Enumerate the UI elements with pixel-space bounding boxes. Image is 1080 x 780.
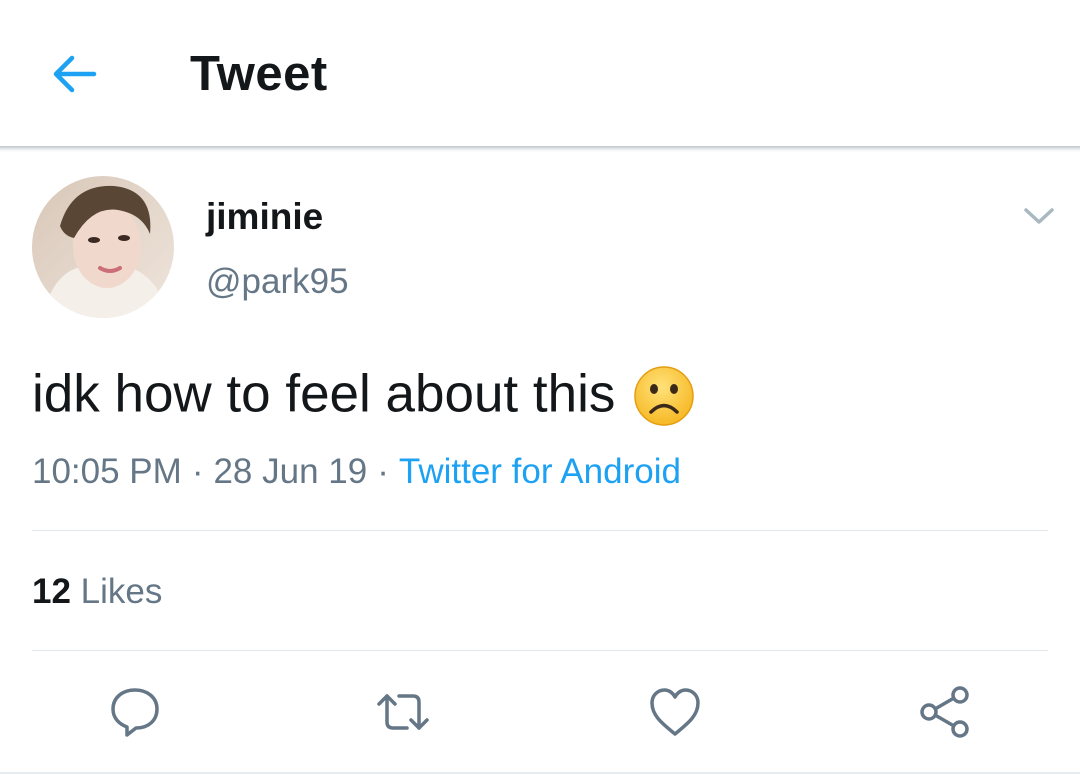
more-options-button[interactable] bbox=[1020, 200, 1058, 230]
chevron-down-icon bbox=[1024, 208, 1054, 224]
retweet-button[interactable] bbox=[373, 682, 433, 742]
tweet-source-link[interactable]: Twitter for Android bbox=[399, 452, 681, 491]
tweet-metadata: 10:05 PM · 28 Jun 19 · Twitter for Android bbox=[32, 452, 681, 492]
tweet-text-content: idk how to feel about this bbox=[32, 364, 616, 424]
display-name[interactable]: jiminie bbox=[206, 196, 323, 238]
arrow-left-icon bbox=[53, 55, 97, 93]
separator: · bbox=[191, 452, 204, 491]
like-button[interactable] bbox=[645, 682, 705, 742]
back-button[interactable] bbox=[48, 52, 100, 96]
likes-count: 12 bbox=[32, 572, 71, 611]
reply-icon bbox=[111, 688, 159, 737]
tweet-text: idk how to feel about this bbox=[32, 360, 695, 427]
reply-button[interactable] bbox=[105, 682, 165, 742]
likes-summary[interactable]: 12 Likes bbox=[32, 572, 162, 612]
retweet-icon bbox=[377, 694, 429, 730]
app-header: Tweet bbox=[0, 0, 1080, 148]
tweet-time: 10:05 PM bbox=[32, 452, 182, 491]
share-button[interactable] bbox=[914, 682, 974, 742]
header-divider bbox=[0, 146, 1080, 152]
page-title: Tweet bbox=[190, 47, 328, 101]
share-icon bbox=[920, 686, 969, 738]
like-icon bbox=[650, 688, 700, 736]
user-handle[interactable]: @park95 bbox=[206, 262, 349, 302]
separator: · bbox=[377, 452, 389, 491]
likes-label: Likes bbox=[80, 572, 163, 611]
frowning-face-icon bbox=[633, 365, 695, 427]
divider bbox=[32, 530, 1048, 531]
tweet-date: 28 Jun 19 bbox=[213, 452, 368, 491]
divider bbox=[0, 772, 1080, 774]
divider bbox=[32, 650, 1048, 651]
avatar[interactable] bbox=[32, 176, 174, 318]
